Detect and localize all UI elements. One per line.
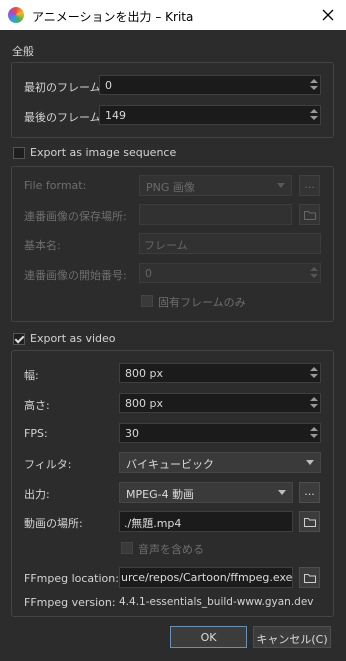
height-label: 高さ: bbox=[24, 399, 50, 412]
last-frame-label: 最後のフレーム: bbox=[24, 111, 105, 124]
output-label: 出力: bbox=[24, 488, 50, 501]
video-location-value: ./無題.mp4 bbox=[124, 517, 182, 530]
spin-arrows-icon[interactable] bbox=[307, 264, 320, 282]
file-format-value: PNG 画像 bbox=[146, 181, 195, 194]
start-number-label: 連番画像の開始番号: bbox=[24, 269, 127, 282]
cancel-button[interactable]: キャンセル(C) bbox=[253, 626, 331, 648]
file-format-options-button[interactable]: ... bbox=[299, 175, 320, 196]
file-format-select[interactable]: PNG 画像 bbox=[139, 175, 292, 196]
export-video-checkbox[interactable] bbox=[13, 333, 25, 345]
filter-value: バイキュービック bbox=[126, 458, 214, 471]
include-audio-label[interactable]: 音声を含める bbox=[138, 541, 204, 557]
close-button[interactable] bbox=[316, 4, 340, 26]
cancel-button-label: キャンセル(C) bbox=[256, 633, 328, 646]
start-number-spinbox[interactable]: 0 bbox=[139, 263, 321, 283]
video-location-browse-button[interactable] bbox=[299, 511, 320, 532]
krita-logo-icon bbox=[8, 7, 24, 23]
base-name-label: 基本名: bbox=[24, 239, 61, 252]
spin-arrows-icon[interactable] bbox=[307, 394, 320, 412]
chevron-down-icon bbox=[277, 183, 285, 188]
height-spinbox[interactable]: 800 px bbox=[119, 393, 321, 413]
filter-select[interactable]: バイキュービック bbox=[119, 452, 321, 473]
output-format-select[interactable]: MPEG-4 動画 bbox=[119, 482, 293, 503]
ffmpeg-location-value: urce/repos/Cartoon/ffmpeg.exe bbox=[121, 571, 293, 584]
unique-frames-label[interactable]: 固有フレームのみ bbox=[158, 294, 246, 310]
output-format-value: MPEG-4 動画 bbox=[126, 488, 195, 501]
folder-icon bbox=[303, 573, 316, 583]
save-location-browse-button[interactable] bbox=[299, 204, 320, 225]
general-section-title: 全般 bbox=[12, 45, 34, 58]
title-bar: アニメーションを出力 – Krita bbox=[0, 0, 346, 30]
general-group bbox=[11, 62, 334, 138]
width-label: 幅: bbox=[24, 369, 39, 382]
spin-arrows-icon[interactable] bbox=[307, 76, 320, 94]
ffmpeg-version-value: 4.4.1-essentials_build-www.gyan.dev bbox=[119, 596, 314, 608]
file-format-label: File format: bbox=[24, 179, 87, 192]
start-number-value: 0 bbox=[145, 267, 152, 280]
first-frame-spinbox[interactable]: 0 bbox=[99, 75, 321, 95]
last-frame-spinbox[interactable]: 149 bbox=[99, 105, 321, 125]
fps-spinbox[interactable]: 30 bbox=[119, 423, 321, 443]
last-frame-value: 149 bbox=[105, 109, 126, 122]
close-icon bbox=[322, 9, 334, 21]
base-name-value: フレーム bbox=[144, 239, 188, 252]
ffmpeg-location-browse-button[interactable] bbox=[299, 567, 320, 588]
width-spinbox[interactable]: 800 px bbox=[119, 363, 321, 383]
export-video-label[interactable]: Export as video bbox=[30, 332, 116, 345]
ok-button-label: OK bbox=[200, 631, 217, 644]
video-location-label: 動画の場所: bbox=[24, 517, 83, 530]
options-button-label: ... bbox=[304, 178, 315, 191]
ok-button[interactable]: OK bbox=[170, 626, 247, 648]
folder-icon bbox=[303, 210, 316, 220]
base-name-input[interactable]: フレーム bbox=[139, 233, 321, 254]
width-value: 800 px bbox=[125, 367, 163, 380]
window-title: アニメーションを出力 – Krita bbox=[32, 10, 194, 24]
unique-frames-checkbox[interactable] bbox=[141, 295, 153, 307]
export-image-sequence-label[interactable]: Export as image sequence bbox=[30, 146, 176, 159]
chevron-down-icon bbox=[306, 460, 314, 465]
folder-icon bbox=[303, 517, 316, 527]
filter-label: フィルタ: bbox=[24, 458, 72, 471]
ffmpeg-version-label: FFmpeg version: bbox=[24, 596, 116, 609]
save-location-input[interactable] bbox=[139, 204, 292, 225]
fps-label: FPS: bbox=[24, 427, 48, 440]
options-button-label: ... bbox=[304, 485, 315, 498]
spin-arrows-icon[interactable] bbox=[307, 364, 320, 382]
export-image-sequence-checkbox[interactable] bbox=[13, 147, 25, 159]
first-frame-value: 0 bbox=[105, 79, 112, 92]
video-location-input[interactable]: ./無題.mp4 bbox=[119, 511, 293, 532]
output-options-button[interactable]: ... bbox=[299, 482, 320, 503]
chevron-down-icon bbox=[278, 490, 286, 495]
fps-value: 30 bbox=[125, 427, 139, 440]
height-value: 800 px bbox=[125, 397, 163, 410]
spin-arrows-icon[interactable] bbox=[307, 106, 320, 124]
save-location-label: 連番画像の保存場所: bbox=[24, 210, 127, 223]
spin-arrows-icon[interactable] bbox=[307, 424, 320, 442]
first-frame-label: 最初のフレーム: bbox=[24, 81, 105, 94]
ffmpeg-location-input[interactable]: urce/repos/Cartoon/ffmpeg.exe bbox=[119, 567, 293, 588]
ffmpeg-location-label: FFmpeg location: bbox=[24, 572, 119, 585]
include-audio-checkbox[interactable] bbox=[121, 542, 133, 554]
